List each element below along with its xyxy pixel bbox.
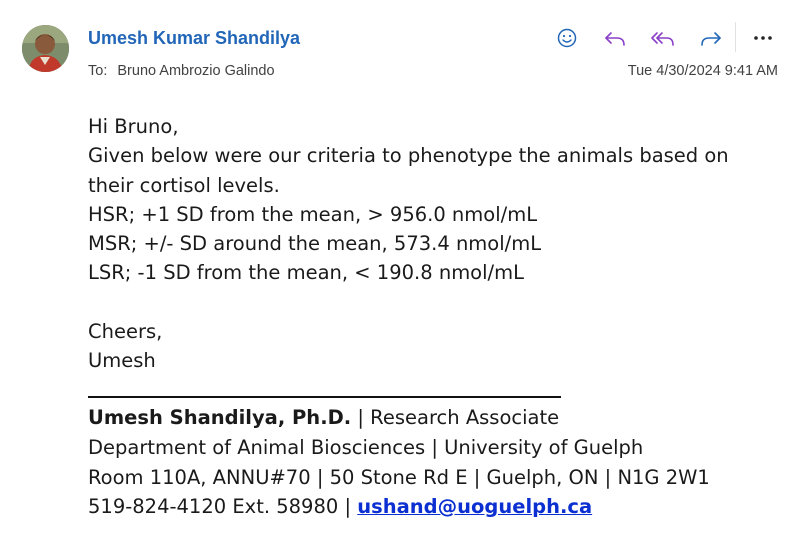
signature-department: Department of Animal Biosciences | Unive…	[88, 435, 644, 459]
signature-email-link[interactable]: ushand@uoguelph.ca	[357, 495, 592, 518]
greeting: Hi Bruno,	[88, 115, 179, 138]
body-line: their cortisol levels.	[88, 173, 280, 197]
forward-button[interactable]	[696, 24, 726, 54]
recipients-line: To: Bruno Ambrozio Galindo	[88, 63, 275, 79]
recipient-name[interactable]: Bruno Ambrozio Galindo	[117, 63, 274, 79]
avatar[interactable]	[22, 25, 69, 72]
reply-all-icon	[651, 32, 674, 46]
signature-address: Room 110A, ANNU#70 | 50 Stone Rd E | Gue…	[88, 465, 710, 489]
criteria-lsr: LSR; -1 SD from the mean, < 190.8 nmol/m…	[88, 261, 524, 285]
signature-contact: 519-824-4120 Ext. 58980 | ushand@uoguelp…	[88, 492, 710, 522]
body-line: Given below were our criteria to phenoty…	[88, 144, 729, 168]
closing: Cheers,	[88, 320, 163, 344]
more-actions-button[interactable]	[748, 24, 778, 54]
reply-icon	[605, 32, 625, 46]
criteria-hsr: HSR; +1 SD from the mean, > 956.0 nmol/m…	[88, 202, 538, 226]
message-header: Umesh Kumar Shandilya To: Bruno Ambrozio…	[0, 0, 790, 100]
forward-icon	[701, 32, 721, 46]
to-label: To:	[88, 63, 108, 79]
smiley-icon	[557, 28, 577, 48]
reply-all-button[interactable]	[648, 24, 678, 54]
signature-phone: 519-824-4120 Ext. 58980 |	[88, 495, 358, 519]
signature-name: Umesh Shandilya, Ph.D.	[88, 406, 352, 429]
message-body: Hi Bruno, Given below were our criteria …	[88, 112, 778, 376]
signature-role: | Research Associate	[351, 406, 560, 429]
criteria-msr: MSR; +/- SD around the mean, 573.4 nmol/…	[88, 232, 542, 256]
actions-divider	[735, 22, 736, 52]
reply-button[interactable]	[600, 24, 630, 54]
sender-name[interactable]: Umesh Kumar Shandilya	[88, 28, 300, 49]
emoji-reaction-button[interactable]	[552, 24, 582, 54]
message-datetime: Tue 4/30/2024 9:41 AM	[627, 63, 778, 79]
email-signature: Umesh Shandilya, Ph.D. | Research Associ…	[88, 403, 710, 522]
signature-divider	[88, 396, 561, 398]
more-icon	[754, 36, 772, 40]
signoff-name: Umesh	[88, 349, 156, 373]
signature-title-line: Umesh Shandilya, Ph.D. | Research Associ…	[88, 403, 710, 433]
